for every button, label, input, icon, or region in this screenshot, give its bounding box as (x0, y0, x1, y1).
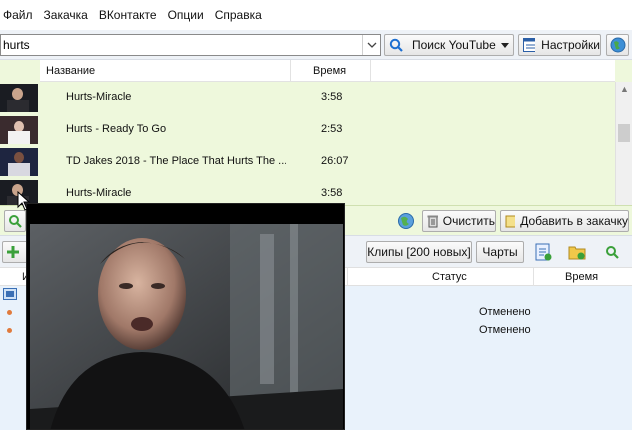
video-thumbnail (0, 84, 38, 112)
open-in-browser-button[interactable] (395, 210, 417, 232)
mouse-cursor-icon (17, 191, 31, 211)
result-title: Hurts-Miracle (66, 91, 132, 103)
column-title-header[interactable]: Название (46, 65, 95, 77)
search-input[interactable] (3, 37, 359, 53)
download-status: Отменено (479, 306, 531, 318)
download-list-icon[interactable] (534, 243, 552, 261)
column-time-header[interactable]: Время (565, 271, 598, 283)
video-thumbnail (0, 116, 38, 144)
search-toolbar: Поиск YouTube Настройки (0, 30, 632, 60)
search-button[interactable] (4, 210, 26, 232)
trash-icon (427, 215, 438, 228)
result-row[interactable]: Hurts - Ready To Go 2:53 (0, 114, 615, 146)
clips-button[interactable]: Клипы [200 новых] (366, 241, 472, 263)
settings-icon (523, 38, 536, 52)
settings-button[interactable]: Настройки (518, 34, 601, 56)
results-scrollbar[interactable]: ▲ (615, 82, 632, 205)
menu-file[interactable]: Файл (3, 8, 33, 22)
folder-download-icon[interactable] (568, 243, 586, 261)
result-duration: 26:07 (321, 155, 349, 167)
download-status: Отменено (479, 324, 531, 336)
search-icon[interactable] (605, 245, 619, 259)
column-time-header[interactable]: Время (313, 65, 346, 77)
chevron-down-icon (367, 42, 376, 48)
result-title: Hurts-Miracle (66, 187, 132, 199)
film-icon (3, 288, 17, 300)
status-dot-icon (7, 328, 12, 333)
results-header: Название Время (40, 60, 615, 82)
charts-label: Чарты (482, 245, 518, 259)
search-history-dropdown[interactable] (362, 35, 380, 55)
scrollbar-thumb[interactable] (618, 124, 630, 142)
clear-label: Очистить (442, 214, 495, 228)
search-results: Название Время Hurts-Miracle 3:58 Hurts … (0, 60, 632, 208)
menu-vkontakte[interactable]: ВКонтакте (99, 8, 157, 22)
column-divider (347, 268, 348, 287)
youtube-search-button[interactable]: Поиск YouTube (384, 34, 514, 56)
scroll-up-icon[interactable]: ▲ (620, 84, 629, 94)
search-icon (9, 215, 22, 228)
globe-icon (610, 37, 625, 53)
add-download-icon (505, 215, 516, 228)
column-divider (290, 60, 291, 82)
column-status-header[interactable]: Статус (432, 271, 467, 283)
result-duration: 3:58 (321, 91, 343, 103)
result-title: Hurts - Ready To Go (66, 123, 167, 135)
video-preview-popup (26, 203, 345, 430)
add-to-downloads-button[interactable]: Добавить в закачку (500, 210, 629, 232)
column-divider (370, 60, 371, 82)
settings-label: Настройки (541, 38, 600, 52)
result-duration: 2:53 (321, 123, 343, 135)
caret-down-icon[interactable] (501, 40, 509, 50)
globe-icon (398, 213, 414, 229)
menu-help[interactable]: Справка (215, 8, 262, 22)
add-to-downloads-label: Добавить в закачку (520, 214, 628, 228)
menu-download[interactable]: Закачка (44, 8, 88, 22)
search-icon (389, 38, 403, 52)
menu-bar: Файл Закачка ВКонтакте Опции Справка (0, 0, 632, 30)
result-row[interactable]: Hurts-Miracle 3:58 (0, 82, 615, 114)
result-row[interactable]: TD Jakes 2018 - The Place That Hurts The… (0, 146, 615, 178)
status-dot-icon (7, 310, 12, 315)
clear-button[interactable]: Очистить (422, 210, 496, 232)
browser-button[interactable] (606, 34, 629, 56)
video-preview-frame (30, 224, 343, 429)
video-thumbnail (0, 148, 38, 176)
plus-icon (7, 246, 19, 258)
search-combo[interactable] (0, 34, 381, 56)
column-divider (533, 268, 534, 287)
clips-label: Клипы [200 новых] (367, 245, 471, 259)
menu-options[interactable]: Опции (168, 8, 204, 22)
youtube-search-label: Поиск YouTube (412, 38, 496, 52)
result-duration: 3:58 (321, 187, 343, 199)
result-title: TD Jakes 2018 - The Place That Hurts The… (66, 155, 286, 167)
charts-button[interactable]: Чарты (476, 241, 524, 263)
